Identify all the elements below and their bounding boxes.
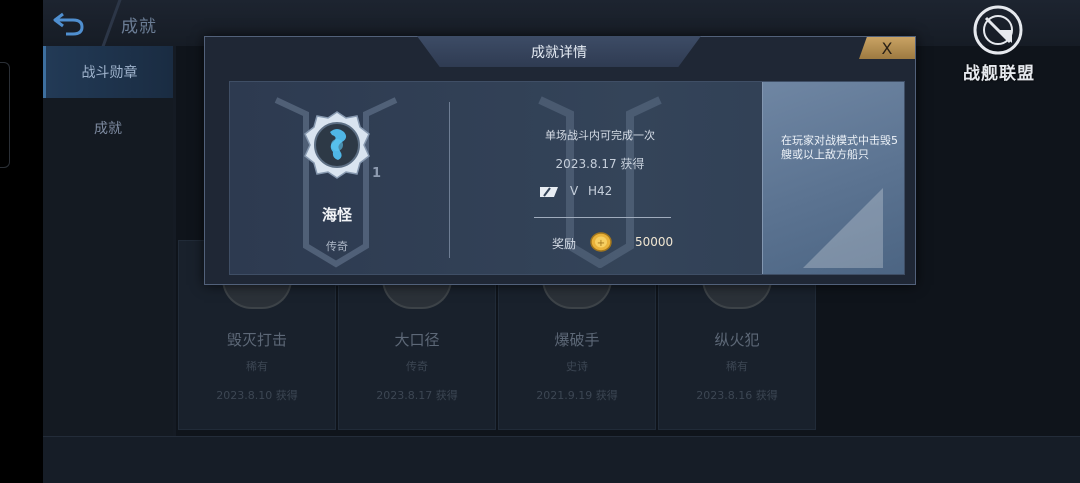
wedge-decoration bbox=[803, 188, 883, 268]
gold-coin-icon: + bbox=[590, 232, 612, 252]
card-date: 2023.8.10 获得 bbox=[216, 389, 298, 402]
ship-info: V H42 bbox=[540, 184, 660, 200]
back-button[interactable] bbox=[49, 6, 93, 42]
crosshair-logo-icon bbox=[973, 5, 1023, 55]
logo-text: 战舰联盟 bbox=[963, 64, 1035, 84]
achievement-date: 2023.8.17 获得 bbox=[555, 157, 645, 171]
card-rarity: 传奇 bbox=[406, 360, 428, 373]
card-name: 纵火犯 bbox=[714, 331, 760, 349]
ship-tier: V bbox=[570, 184, 579, 198]
ship-class-icon bbox=[540, 187, 558, 197]
card-date: 2021.9.19 获得 bbox=[536, 389, 618, 402]
requirement-text: 在玩家对战模式中击毁5艘或以上敌方船只 bbox=[781, 134, 898, 161]
card-name: 大口径 bbox=[394, 331, 440, 349]
bottom-bar bbox=[43, 436, 1080, 483]
horizontal-divider bbox=[534, 217, 671, 218]
page-title: 成就 bbox=[121, 17, 157, 37]
card-name: 爆破手 bbox=[554, 331, 600, 349]
game-logo: 战舰联盟 bbox=[946, 3, 1052, 85]
badge-level: 1 bbox=[372, 166, 382, 181]
close-icon: X bbox=[881, 38, 893, 58]
sidebar-item-achievements[interactable]: 成就 bbox=[43, 102, 173, 154]
sidebar-item-label: 成就 bbox=[94, 121, 122, 137]
card-name: 毁灭打击 bbox=[226, 331, 287, 349]
screen-edge bbox=[0, 0, 43, 483]
svg-text:+: + bbox=[597, 238, 605, 249]
close-button[interactable]: X bbox=[859, 37, 915, 59]
ship-name: H42 bbox=[588, 184, 613, 198]
achievement-detail-dialog: 成就详情 X 1 海怪 传奇 单场战斗内可完成一次 2023.8.17 获得 V bbox=[204, 36, 916, 285]
sidebar-item-label: 战斗勋章 bbox=[81, 65, 138, 81]
sidebar: 战斗勋章 成就 bbox=[43, 46, 173, 483]
card-rarity: 稀有 bbox=[246, 360, 268, 373]
sidebar-item-battle-medals[interactable]: 战斗勋章 bbox=[43, 46, 173, 98]
badge-icon bbox=[304, 111, 370, 179]
card-date: 2023.8.17 获得 bbox=[376, 389, 458, 402]
achievement-detail-panel: 1 海怪 传奇 单场战斗内可完成一次 2023.8.17 获得 V H42 奖励… bbox=[229, 81, 905, 275]
achievement-rarity: 传奇 bbox=[326, 240, 348, 253]
dialog-title: 成就详情 bbox=[417, 36, 701, 67]
card-rarity: 史诗 bbox=[566, 360, 588, 373]
back-arrow-icon bbox=[53, 12, 84, 36]
reward-value: 50000 bbox=[635, 235, 674, 249]
notch-outline bbox=[0, 62, 10, 168]
reward-label: 奖励 bbox=[552, 237, 577, 251]
vertical-divider bbox=[449, 102, 450, 258]
card-date: 2023.8.16 获得 bbox=[696, 389, 778, 402]
achievement-description: 单场战斗内可完成一次 bbox=[545, 129, 655, 142]
achievement-name: 海怪 bbox=[321, 206, 352, 224]
requirement-panel: 在玩家对战模式中击毁5艘或以上敌方船只 bbox=[762, 82, 904, 274]
card-rarity: 稀有 bbox=[726, 360, 748, 373]
